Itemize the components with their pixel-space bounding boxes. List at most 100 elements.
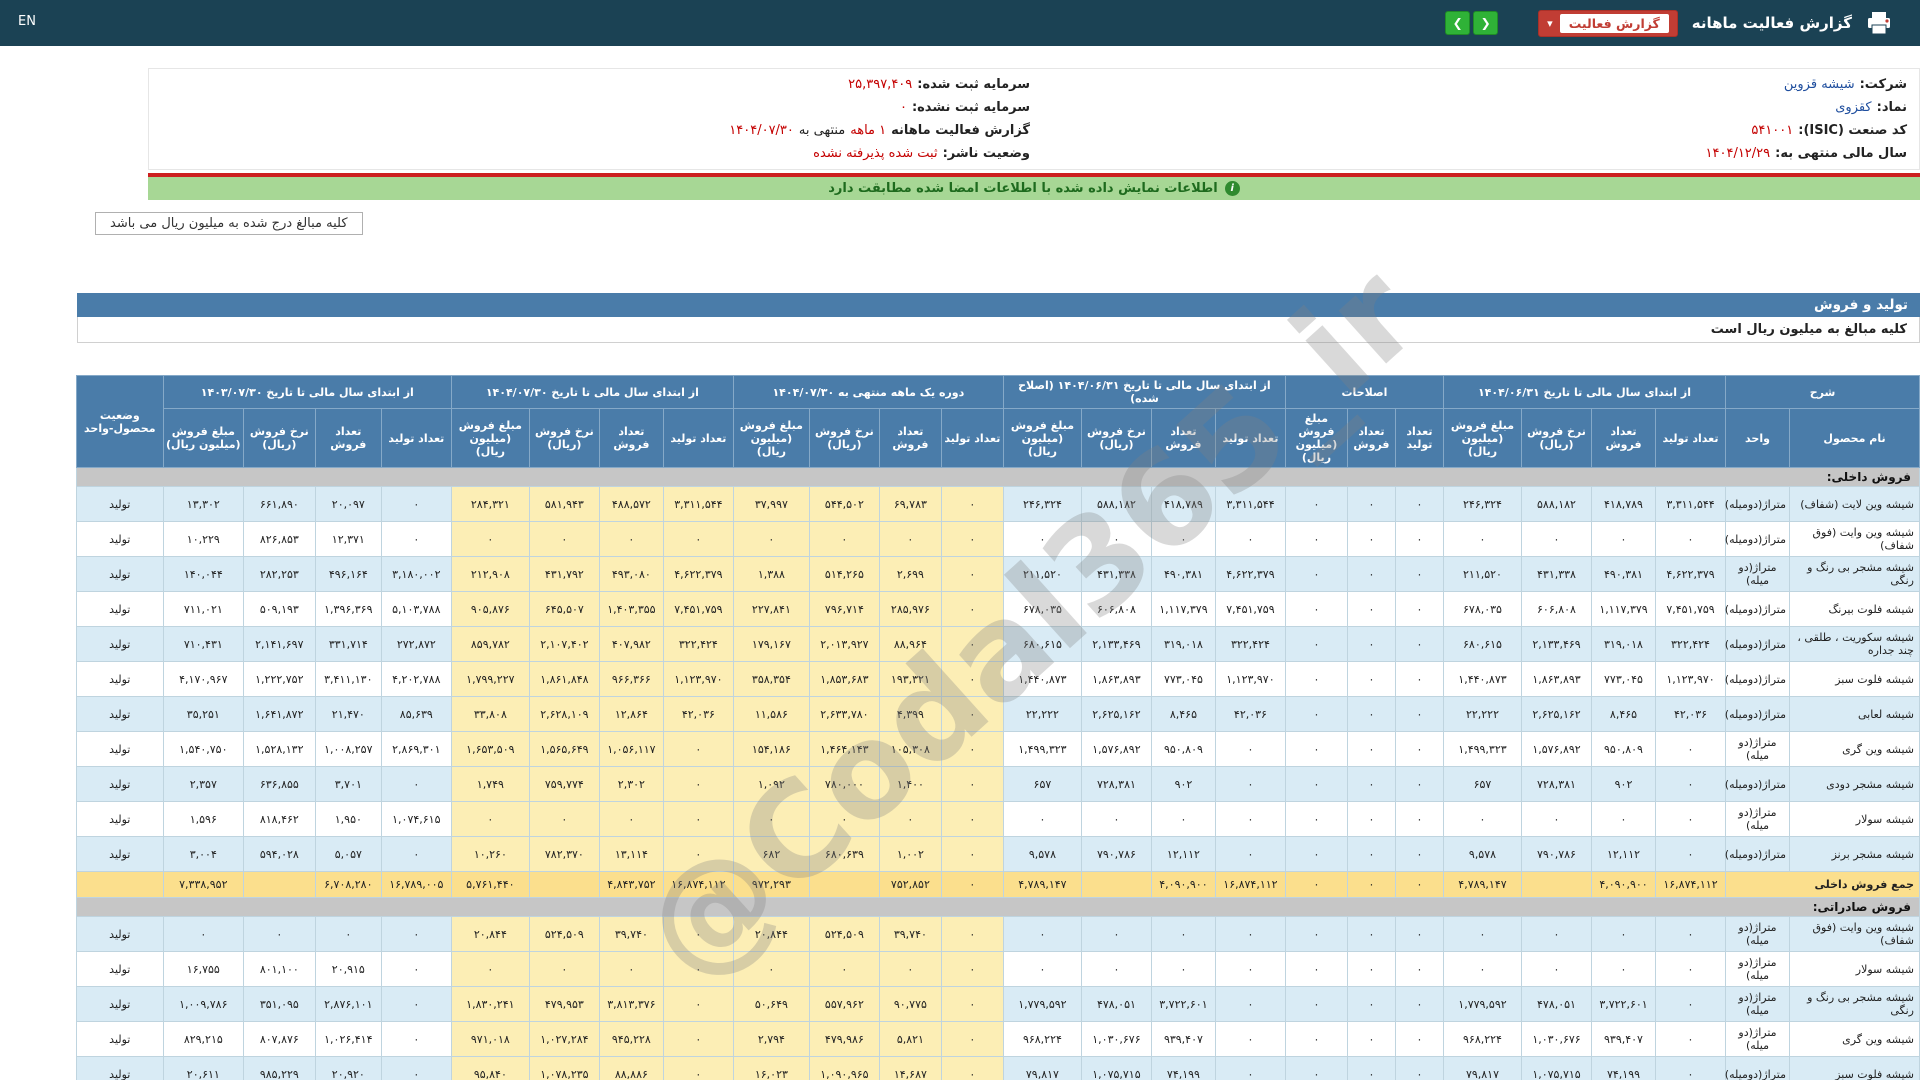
column-header: تعداد فروش [314,408,382,468]
value-cell: ۰ [1080,521,1152,557]
print-icon[interactable] [1866,11,1892,35]
value-cell: ۴۹۳,۰۸۰ [598,556,664,592]
value-cell: ۱۲,۳۷۱ [314,521,382,557]
product-name: شیشه مشجر بی رنگ و رنگی [1789,986,1920,1022]
value-cell: ۱۶,۰۲۳ [732,1056,810,1080]
product-row: شیشه وین وایت (فوق شفاف) متراژ(دو میله) ۰ ۰… [75,916,1920,952]
value-cell [528,871,600,898]
value-cell: ۶۳۶,۸۵۵ [242,766,316,802]
value-cell: ۰ [1284,521,1348,557]
company-info-right: شرکت: شیشه قزوین نماد: کقزوی کد صنعت (ISIC):… [1034,73,1911,165]
report-nav: ❮ ❯ [1445,11,1499,35]
value-cell: ۰ [1284,916,1348,952]
value-cell: ۰ [1284,836,1348,872]
value-cell: ۰ [450,521,530,557]
value-cell: ۰ [1346,1021,1396,1057]
product-name: شیشه وین گری [1789,731,1920,767]
company-info-row: شرکت: شیشه قزوین [1034,73,1911,96]
prev-report-button[interactable]: ❮ [1445,11,1471,35]
value-cell: ۱۱,۵۸۶ [732,696,810,732]
value-cell: ۰ [1214,731,1286,767]
value-cell: ۴۲,۰۳۶ [1214,696,1286,732]
value-cell: ۹۷۱,۰۱۸ [450,1021,530,1057]
value-cell: ۱۷۹,۱۶۷ [732,626,810,662]
value-cell: ۰ [1521,916,1592,952]
value-cell: ۰ [1591,916,1656,952]
value-cell: ۵۰۹,۱۹۳ [242,591,316,627]
value-cell: ۳,۳۱۱,۵۴۴ [1655,486,1726,522]
info-value: منتهی به [798,123,846,138]
value-cell: ۰ [1214,521,1286,557]
value-cell: ۰ [1346,556,1396,592]
value-cell: ۷۴,۱۹۹ [1591,1056,1656,1080]
signature-notice-text: اطلاعات نمایش داده شده با اطلاعات امضا ش… [828,181,1218,196]
value-cell: ۱,۰۲۷,۲۸۴ [528,1021,600,1057]
info-link[interactable]: شیشه قزوین [1784,77,1855,92]
value-cell: ۰ [380,836,452,872]
value-cell: ۱,۱۲۳,۹۷۰ [1655,661,1726,697]
value-cell: ۳,۷۰۱ [314,766,382,802]
signature-notice: i اطلاعات نمایش داده شده با اطلاعات امضا… [148,177,1920,200]
product-name: شیشه مشجر بی رنگ و رنگی [1789,556,1920,592]
product-status: تولید [75,661,164,697]
value-cell: ۰ [598,521,664,557]
language-toggle[interactable]: EN [18,14,36,29]
value-cell: ۰ [1002,801,1082,837]
company-info-row: کد صنعت (ISIC): ۵۴۱۰۰۱ [1034,119,1911,142]
value-cell: ۰ [940,986,1004,1022]
value-cell: ۱,۵۲۸,۱۳۲ [242,731,316,767]
unit: متراژ(دومیله) [1725,591,1790,627]
value-cell: ۲۱,۴۷۰ [314,696,382,732]
value-cell: ۰ [1655,801,1726,837]
info-label: گزارش فعالیت ماهانه [891,123,1030,138]
value-cell: ۱۰,۲۲۹ [162,521,244,557]
section-row: فروش داخلی: [75,467,1920,487]
product-status: تولید [75,1056,164,1080]
value-cell: ۰ [1346,871,1396,898]
value-cell: ۱,۹۵۰ [314,801,382,837]
value-cell: ۰ [662,801,734,837]
value-cell: ۲,۰۱۳,۹۲۷ [808,626,880,662]
value-cell: ۱۹۳,۳۲۱ [878,661,942,697]
chevron-left-icon: ❮ [1452,16,1463,30]
product-name: جمع فروش داخلی [1725,871,1920,898]
value-cell: ۴,۲۰۲,۷۸۸ [380,661,452,697]
value-cell: ۱,۸۵۳,۶۸۳ [808,661,880,697]
value-cell: ۰ [940,696,1004,732]
value-cell: ۰ [878,951,942,987]
value-cell: ۰ [1394,661,1444,697]
product-row: شیشه سولار متراژ(دو میله) ۰ ۰ ۰ ۰ ۰ ۰ ۰ ۰ ۰ ۰ ۰ ۰ ۰ ۰ ۰ ۰… [75,951,1920,987]
value-cell: ۱,۵۶۵,۶۴۹ [528,731,600,767]
report-type-dropdown[interactable]: ▾ گزارش فعالیت [1538,9,1678,37]
value-cell: ۰ [940,1021,1004,1057]
value-cell: ۴۳۱,۳۳۸ [1080,556,1152,592]
value-cell: ۰ [1284,1056,1348,1080]
value-cell: ۹,۵۷۸ [1002,836,1082,872]
product-status: تولید [75,521,164,557]
value-cell: ۰ [732,521,810,557]
value-cell: ۱۲,۱۱۲ [1150,836,1216,872]
value-cell: ۰ [1080,951,1152,987]
value-cell: ۲,۶۲۵,۱۶۲ [1521,696,1592,732]
value-cell: ۰ [1284,1021,1348,1057]
value-cell: ۵۰,۶۴۹ [732,986,810,1022]
value-cell: ۵۲۴,۵۰۹ [528,916,600,952]
value-cell: ۱,۲۲۲,۷۵۲ [242,661,316,697]
product-name: شیشه سولار [1789,951,1920,987]
value-cell: ۱,۴۴۰,۸۷۳ [1442,661,1523,697]
value-cell: ۷۹۰,۷۸۶ [1521,836,1592,872]
value-cell: ۸۰۷,۸۷۶ [242,1021,316,1057]
value-cell: ۱۰,۲۶۰ [450,836,530,872]
value-cell: ۱,۱۲۳,۹۷۰ [662,661,734,697]
info-link[interactable]: کقزوی [1835,100,1871,115]
unit: متراژ(دومیله) [1725,661,1790,697]
value-cell: ۰ [808,521,880,557]
value-cell: ۲۴۶,۳۲۴ [1002,486,1082,522]
value-cell: ۳۱۹,۰۱۸ [1591,626,1656,662]
value-cell: ۰ [1346,951,1396,987]
product-status: تولید [75,486,164,522]
product-row: شیشه سکوریت ، طلقی ، چند جداره متراژ(دومی… [75,626,1920,662]
next-report-button[interactable]: ❯ [1473,11,1499,35]
value-cell: ۰ [1394,696,1444,732]
value-cell: ۰ [732,801,810,837]
